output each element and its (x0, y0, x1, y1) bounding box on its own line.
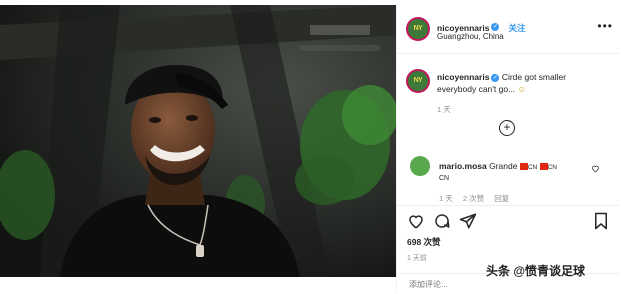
caption-avatar-text: NY (413, 77, 423, 84)
comment-text: Grande (489, 161, 518, 171)
post-date[interactable]: 1 天前 (407, 253, 427, 263)
comment-like-icon[interactable] (591, 160, 600, 178)
comment-likes[interactable]: 2 次赞 (463, 194, 484, 203)
caption-time[interactable]: 1 天 (437, 104, 612, 115)
flag-icon (539, 163, 548, 171)
flag-label-wrap: CN (439, 175, 450, 182)
flag-label: CN (547, 164, 557, 171)
avatar-text: NY (413, 25, 423, 32)
follow-button[interactable]: 关注 (508, 23, 525, 33)
post-header: NY nicoyennaris ✓ · 关注 Guangzhou, China •… (397, 5, 619, 54)
caption-text-line1: Cirde got smaller (501, 72, 567, 82)
author-avatar[interactable]: NY (406, 17, 430, 41)
like-icon[interactable] (407, 212, 425, 235)
post-location[interactable]: Guangzhou, China (437, 32, 504, 41)
emoji-icon: ☺ (517, 84, 527, 94)
caption-avatar[interactable]: NY (406, 69, 430, 93)
commenter-avatar[interactable] (410, 156, 430, 176)
verified-icon: ✓ (491, 22, 500, 31)
watermark: 头条 @愤青谈足球 (486, 264, 586, 278)
comment-icon[interactable] (433, 212, 451, 235)
post-sidebar: NY nicoyennaris ✓ · 关注 Guangzhou, China •… (396, 5, 619, 290)
caption: nicoyennaris ✓ Cirde got smaller everybod… (437, 71, 612, 115)
load-more-comments-icon[interactable]: + (499, 120, 515, 136)
share-icon[interactable] (459, 212, 477, 235)
reply-button[interactable]: 回复 (494, 194, 509, 203)
load-more-glyph: + (503, 120, 511, 134)
comment-time[interactable]: 1 天 (439, 194, 453, 203)
flag-icon (519, 163, 528, 171)
caption-username[interactable]: nicoyennaris (437, 72, 489, 82)
commenter-username[interactable]: mario.mosa (439, 161, 487, 171)
comment-meta: 1 天 2 次赞 回复 (439, 193, 589, 204)
save-bookmark-icon[interactable] (593, 212, 609, 235)
actions-divider (397, 205, 619, 206)
comment: mario.mosa Grande CN CN CN 1 天 2 次赞 回复 (439, 160, 589, 204)
caption-text-line2: everybody can't go... (437, 84, 516, 94)
like-count[interactable]: 698 次赞 (407, 236, 441, 248)
flag-label: CN (527, 164, 538, 171)
more-options-icon[interactable]: ••• (597, 19, 613, 33)
caption-verified-icon: ✓ (491, 73, 500, 82)
comment-input[interactable] (407, 279, 561, 290)
post-photo[interactable] (0, 5, 396, 277)
